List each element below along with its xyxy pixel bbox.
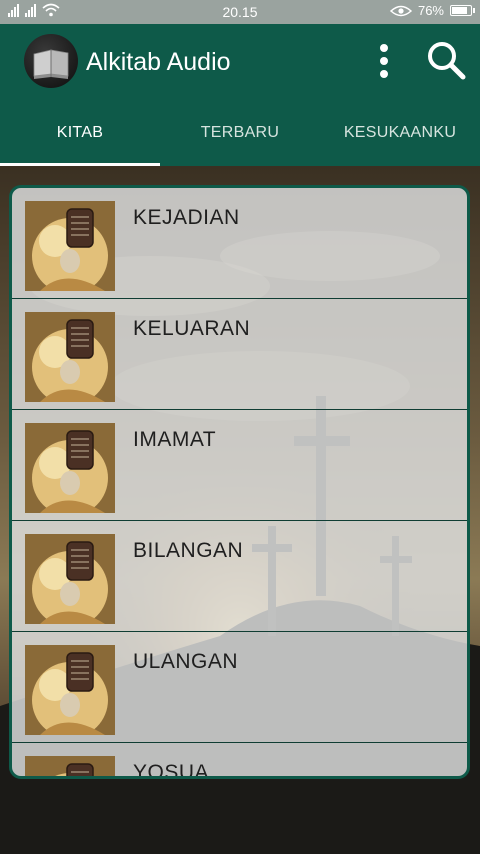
eye-icon	[389, 5, 412, 16]
tab-terbaru[interactable]: TERBARU	[160, 116, 320, 166]
tab-bar: KITAB TERBARU KESUKAANKU	[0, 116, 480, 166]
more-vertical-icon	[380, 44, 388, 52]
book-title: YOSUA	[133, 761, 210, 779]
battery-icon	[450, 5, 475, 16]
list-item[interactable]: ULANGAN	[12, 632, 467, 743]
tab-kitab[interactable]: KITAB	[0, 116, 160, 166]
status-right: 76%	[389, 3, 475, 18]
status-bar: 20.15 76%	[0, 0, 480, 24]
book-thumbnail	[25, 645, 115, 735]
list-item[interactable]: YOSUA	[12, 743, 467, 779]
book-thumbnail	[25, 756, 115, 776]
battery-percent: 76%	[417, 3, 444, 18]
list-item[interactable]: KEJADIAN	[12, 188, 467, 299]
list-item[interactable]: BILANGAN	[12, 521, 467, 632]
list-item[interactable]: IMAMAT	[12, 410, 467, 521]
book-thumbnail	[25, 534, 115, 624]
search-icon	[428, 42, 466, 80]
more-options-button[interactable]	[372, 38, 396, 82]
book-title: IMAMAT	[133, 428, 217, 451]
book-title: KEJADIAN	[133, 206, 240, 229]
app-bar: Alkitab Audio KITAB TERBARU KESUKAANKU	[0, 24, 480, 166]
book-title: BILANGAN	[133, 539, 244, 562]
book-list-panel: KEJADIAN KELUARAN IMAMAT BILANGAN ULANGA…	[9, 185, 470, 779]
list-item[interactable]: KELUARAN	[12, 299, 467, 410]
book-thumbnail	[25, 312, 115, 402]
app-title: Alkitab Audio	[86, 48, 231, 76]
book-title: ULANGAN	[133, 650, 239, 673]
search-button[interactable]	[424, 38, 468, 82]
book-title: KELUARAN	[133, 317, 251, 340]
book-thumbnail	[25, 201, 115, 291]
book-thumbnail	[25, 423, 115, 513]
bible-book-icon	[24, 34, 78, 88]
tab-kesukaanku[interactable]: KESUKAANKU	[320, 116, 480, 166]
